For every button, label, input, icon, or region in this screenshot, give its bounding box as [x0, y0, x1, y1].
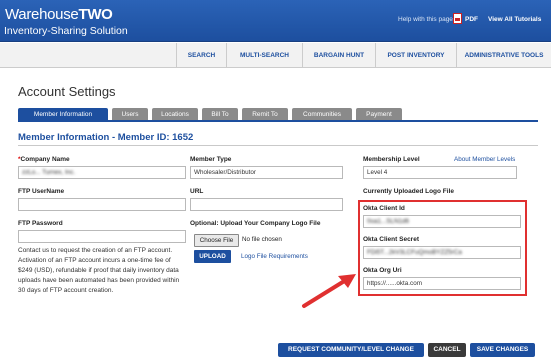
logo-file-requirements-link[interactable]: Logo File Requirements	[241, 253, 308, 260]
upload-button[interactable]: UPLOAD	[194, 250, 231, 263]
company-name-field[interactable]: zzLo... Turnex, Inc.	[18, 166, 186, 179]
member-type-label: Member Type	[190, 156, 232, 163]
main-nav: SEARCH MULTI-SEARCH BARGAIN HUNT POST IN…	[0, 43, 551, 68]
ftp-info-text: Contact us to request the creation of an…	[18, 247, 180, 294]
logo-subtitle: Inventory-Sharing Solution	[4, 25, 128, 37]
choose-file-button[interactable]: Choose File	[194, 234, 239, 247]
ftp-password-label: FTP Password	[18, 220, 63, 227]
tabs-underline	[18, 120, 538, 122]
pdf-link[interactable]: PDF	[465, 16, 478, 23]
ftp-username-label: FTP UserName	[18, 188, 65, 195]
request-level-change-button[interactable]: REQUEST COMMUNITY/LEVEL CHANGE	[278, 343, 424, 357]
uploaded-logo-label: Currently Uploaded Logo File	[363, 188, 455, 195]
member-type-field[interactable]: Wholesaler/Distributor	[190, 166, 343, 179]
ftp-username-field[interactable]	[18, 198, 186, 211]
nav-bargain-hunt[interactable]: BARGAIN HUNT	[302, 43, 375, 68]
membership-level-field[interactable]: Level 4	[363, 166, 517, 179]
ftp-password-field[interactable]	[18, 230, 186, 243]
app-header: WarehouseTWO Inventory-Sharing Solution …	[0, 0, 551, 42]
nav-multi-search[interactable]: MULTI-SEARCH	[226, 43, 302, 68]
pdf-icon[interactable]	[453, 13, 462, 24]
url-field[interactable]	[190, 198, 343, 211]
nav-search[interactable]: SEARCH	[176, 43, 226, 68]
company-name-label: *Company Name	[18, 156, 70, 163]
nav-post-inventory[interactable]: POST INVENTORY	[375, 43, 456, 68]
okta-highlight-box	[358, 200, 527, 296]
warehousetwo-logo[interactable]: WarehouseTWO	[5, 6, 113, 23]
nav-administrative-tools[interactable]: ADMINISTRATIVE TOOLS	[456, 43, 551, 68]
url-label: URL	[190, 188, 204, 195]
logo-upload-label: Optional: Upload Your Company Logo File	[190, 220, 321, 227]
section-divider	[18, 145, 538, 146]
no-file-chosen-text: No file chosen	[242, 236, 282, 243]
membership-level-label: Membership Level	[363, 156, 420, 163]
save-changes-button[interactable]: SAVE CHANGES	[470, 343, 535, 357]
about-member-levels-link[interactable]: About Member Levels	[454, 156, 515, 163]
view-all-tutorials-link[interactable]: View All Tutorials	[488, 16, 541, 23]
cancel-button[interactable]: CANCEL	[428, 343, 466, 357]
section-title: Member Information - Member ID: 1652	[18, 132, 194, 143]
page-title: Account Settings	[18, 84, 116, 99]
annotation-arrow-icon	[302, 274, 356, 308]
help-label: Help with this page:	[398, 16, 455, 23]
